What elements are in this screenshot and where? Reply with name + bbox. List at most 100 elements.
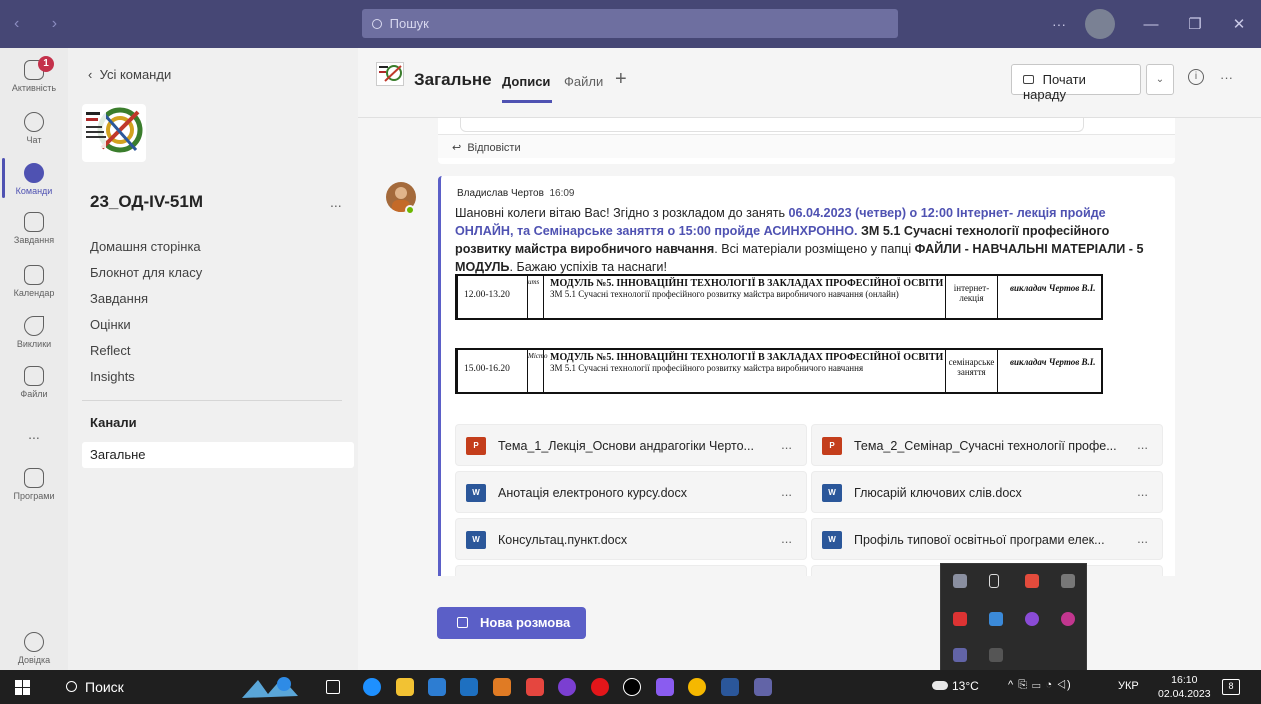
attachment-file[interactable]: P Тема_2_Семінар_Сучасні технології проф…	[811, 424, 1163, 466]
schedule-subject: ЗМ 5.1 Сучасні технології професійного р…	[550, 289, 899, 299]
tiktok-icon[interactable]	[623, 678, 641, 696]
post-text-1: Шановні колеги вітаю Вас! Згідно з розкл…	[455, 206, 789, 220]
file-more-icon[interactable]: ...	[1137, 531, 1148, 546]
word-icon: W	[822, 484, 842, 502]
windows-start-icon[interactable]	[15, 680, 30, 695]
weather-widget[interactable]: 13°C	[932, 679, 979, 693]
apps-icon	[24, 468, 44, 488]
start-meeting-button[interactable]: Почати нараду	[1011, 64, 1141, 102]
file-more-icon[interactable]: ...	[781, 437, 792, 452]
pen-tray-icon[interactable]	[989, 648, 1003, 662]
tab-files[interactable]: Файли	[564, 74, 603, 89]
info-icon[interactable]: i	[1188, 69, 1204, 85]
schedule-room: ums	[528, 276, 544, 318]
rail-more[interactable]: ...	[0, 426, 68, 442]
security-icon[interactable]	[1025, 574, 1039, 588]
rail-help[interactable]: Довідка	[0, 632, 68, 665]
file-more-icon[interactable]: ...	[781, 531, 792, 546]
attachment-file[interactable]: W Профіль типової освітньої програми еле…	[811, 518, 1163, 560]
all-teams-link[interactable]: ‹ Усі команди	[88, 67, 171, 82]
rail-chat-label: Чат	[26, 135, 42, 145]
mail-icon[interactable]	[460, 678, 478, 696]
app-icon[interactable]	[656, 678, 674, 696]
attachment-file[interactable]: P Тема_1_Лекція_Основи андрагогіки Черто…	[455, 424, 807, 466]
system-tray-icons[interactable]: ^ ⎘ ▭ ◔ ◁)	[1008, 679, 1072, 692]
post-text-3: . Бажаю успіхів та наснаги!	[509, 260, 667, 274]
notification-icon[interactable]: 8	[1222, 679, 1240, 695]
post-text-2: . Всі матеріали розміщено у папці	[714, 242, 915, 256]
author-name[interactable]: Владислав Чертов	[457, 188, 544, 199]
usb-icon[interactable]	[989, 574, 999, 588]
store-icon[interactable]	[428, 678, 446, 696]
attachment-file[interactable]: W Консультац.пункт.docx ...	[455, 518, 807, 560]
tray-app-icon[interactable]	[989, 612, 1003, 626]
channel-item-general[interactable]: Загальне	[82, 442, 354, 468]
reply-button[interactable]: ↩ Відповісти	[438, 134, 1175, 158]
tray-app-icon[interactable]	[953, 612, 967, 626]
tray-overflow-popup	[940, 563, 1087, 673]
file-more-icon[interactable]: ...	[1137, 437, 1148, 452]
maximize-button[interactable]: ❐	[1173, 15, 1217, 33]
tray-app-icon[interactable]	[1061, 574, 1075, 588]
teams-icon[interactable]	[754, 678, 772, 696]
teams-icon	[24, 163, 44, 183]
new-conversation-button[interactable]: Нова розмова	[437, 607, 586, 639]
clock[interactable]: 16:10 02.04.2023	[1158, 673, 1211, 701]
edge-icon[interactable]	[363, 678, 381, 696]
close-button[interactable]: ✕	[1217, 15, 1261, 33]
minimize-button[interactable]: —	[1129, 16, 1173, 33]
nav-assignments[interactable]: Завдання	[90, 286, 202, 312]
taskbar-search[interactable]: Поиск	[85, 679, 124, 695]
attachment-file[interactable]	[455, 565, 807, 576]
app-icon[interactable]	[526, 678, 544, 696]
opera-icon[interactable]	[591, 678, 609, 696]
header-more-icon[interactable]: ···	[1220, 70, 1233, 85]
rail-activity[interactable]: 1 Активність	[0, 56, 68, 93]
file-explorer-icon[interactable]	[396, 678, 414, 696]
viber-icon[interactable]	[558, 678, 576, 696]
attachment-file[interactable]: W Анотація електроного курсу.docx ...	[455, 471, 807, 513]
title-bar: ‹ › Пошук ··· — ❐ ✕	[0, 0, 1261, 48]
file-more-icon[interactable]: ...	[1137, 484, 1148, 499]
word-icon: W	[466, 531, 486, 549]
tray-app-icon[interactable]	[1061, 612, 1075, 626]
task-view-icon[interactable]	[326, 680, 340, 694]
attachment-file[interactable]: W Глюсарій ключових слів.docx ...	[811, 471, 1163, 513]
profile-avatar[interactable]	[1085, 9, 1115, 39]
schedule-form: інтернет- лекція	[946, 276, 998, 318]
nav-insights[interactable]: Insights	[90, 364, 202, 390]
word-icon[interactable]	[721, 678, 739, 696]
rail-teams[interactable]: Команди	[0, 163, 68, 196]
app-icon[interactable]	[493, 678, 511, 696]
search-input[interactable]: Пошук	[362, 9, 898, 38]
rail-assignments[interactable]: Завдання	[0, 212, 68, 245]
tray-app-icon[interactable]	[953, 574, 967, 588]
team-more-icon[interactable]: ...	[330, 194, 342, 210]
file-name: Тема_2_Семінар_Сучасні технології профе.…	[854, 439, 1117, 453]
nav-reflect[interactable]: Reflect	[90, 338, 202, 364]
schedule-row-1: 12.00-13.20 ums МОДУЛЬ №5. ІННОВАЦІЙНІ Т…	[455, 274, 1103, 320]
rail-chat[interactable]: Чат	[0, 112, 68, 145]
taskbar: Поиск 13°C ^ ⎘ ▭ ◔ ◁) УКР 16:10 02.04.20…	[0, 670, 1261, 704]
tray-app-icon[interactable]	[1025, 612, 1039, 626]
teams-tray-icon[interactable]	[953, 648, 967, 662]
rail-help-label: Довідка	[17, 655, 51, 665]
add-tab-icon[interactable]: +	[615, 68, 627, 91]
meeting-dropdown-chevron-icon[interactable]: ⌄	[1146, 64, 1174, 95]
back-forward-arrows[interactable]: ‹ ›	[14, 15, 71, 33]
settings-more-icon[interactable]: ···	[1039, 16, 1079, 32]
rail-files[interactable]: Файли	[0, 366, 68, 399]
file-more-icon[interactable]: ...	[781, 484, 792, 499]
language-indicator[interactable]: УКР	[1118, 680, 1139, 692]
previous-attachment	[460, 118, 1084, 132]
rail-apps[interactable]: Програми	[0, 468, 68, 501]
nav-grades[interactable]: Оцінки	[90, 312, 202, 338]
nav-notebook[interactable]: Блокнот для класу	[90, 260, 202, 286]
rail-calendar[interactable]: Календар	[0, 265, 68, 298]
file-icon	[24, 366, 44, 386]
nav-home[interactable]: Домашня сторінка	[90, 234, 202, 260]
post-time: 16:09	[549, 188, 575, 199]
chrome-icon[interactable]	[688, 678, 706, 696]
tab-posts[interactable]: Дописи	[502, 74, 550, 89]
rail-calls[interactable]: Виклики	[0, 316, 68, 349]
